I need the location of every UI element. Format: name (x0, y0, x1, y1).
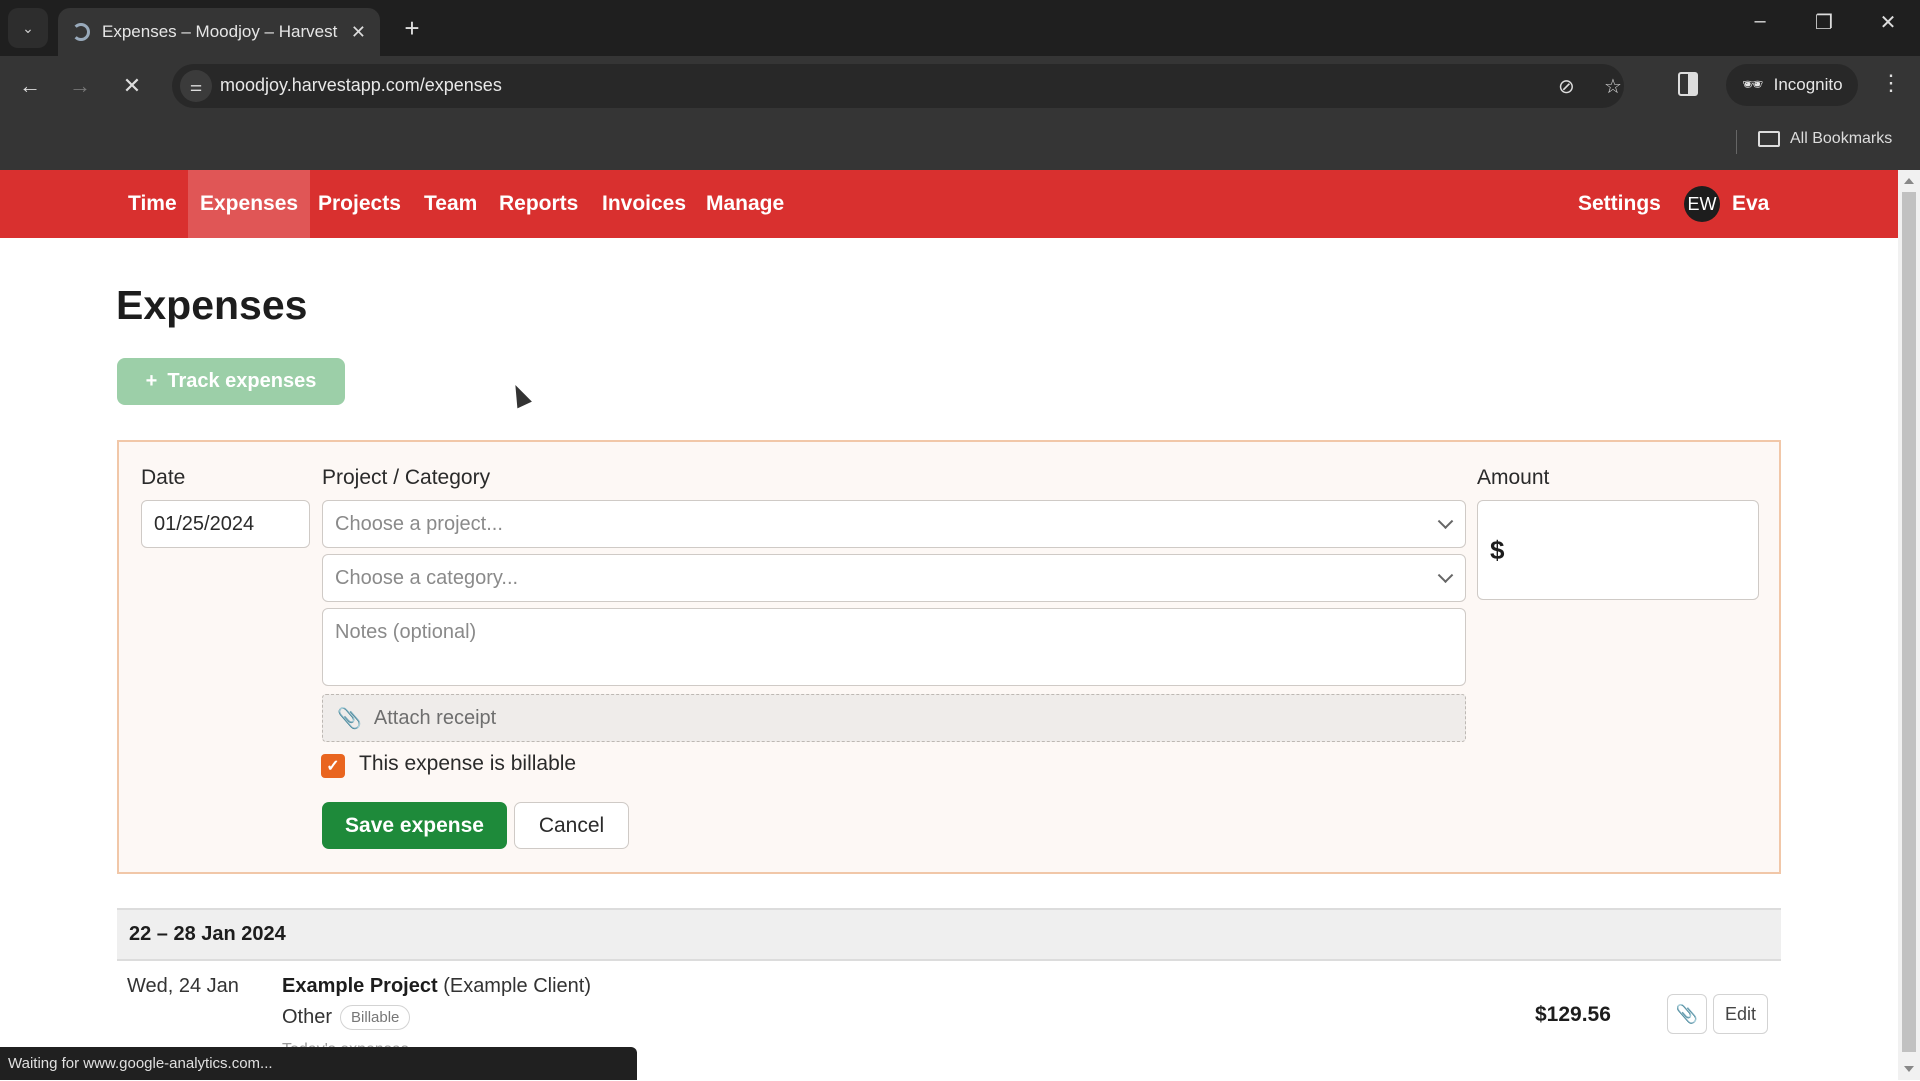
loading-spinner-icon (72, 23, 90, 41)
date-input[interactable]: 01/25/2024 (141, 500, 310, 548)
notes-placeholder: Notes (optional) (335, 621, 477, 643)
client-name: (Example Client) (443, 975, 592, 997)
paperclip-icon: 📎 (1675, 1003, 1699, 1024)
user-name[interactable]: Eva (1720, 170, 1781, 238)
browser-tab[interactable]: Expenses – Moodjoy – Harvest ✕ (58, 8, 380, 56)
category-placeholder: Choose a category... (335, 566, 519, 589)
stop-loading-button[interactable]: ✕ (116, 70, 148, 102)
nav-reports[interactable]: Reports (487, 170, 590, 238)
project-category-label: Project / Category (322, 466, 491, 489)
expense-category: Other Billable (282, 1005, 411, 1030)
folder-icon (1758, 131, 1780, 147)
all-bookmarks-label: All Bookmarks (1790, 130, 1893, 147)
save-expense-button[interactable]: Save expense (322, 802, 507, 849)
cancel-button[interactable]: Cancel (514, 802, 629, 849)
chevron-down-icon: ⌄ (22, 19, 34, 36)
project-placeholder: Choose a project... (335, 512, 503, 535)
browser-toolbar: ← → ✕ ⚌ moodjoy.harvestapp.com/expenses … (0, 56, 1920, 114)
notes-textarea[interactable]: Notes (optional) (322, 608, 1466, 686)
incognito-icon: 🕶 (1742, 75, 1764, 94)
all-bookmarks-button[interactable]: All Bookmarks (1758, 130, 1892, 148)
expense-amount: $129.56 (1535, 1003, 1611, 1026)
bookmark-star-icon[interactable]: ☆ (1604, 74, 1622, 99)
restore-button[interactable]: ❐ (1804, 10, 1844, 35)
scroll-thumb[interactable] (1902, 192, 1916, 1052)
week-header: 22 – 28 Jan 2024 (117, 908, 1781, 961)
currency-symbol: $ (1490, 534, 1505, 565)
avatar[interactable]: EW (1684, 186, 1720, 222)
billable-badge: Billable (340, 1005, 411, 1030)
date-label: Date (141, 466, 186, 489)
incognito-label: Incognito (1773, 75, 1843, 94)
track-expenses-label: Track expenses (167, 370, 317, 392)
nav-expenses[interactable]: Expenses (188, 170, 311, 238)
attach-receipt-button[interactable]: 📎 Attach receipt (322, 694, 1466, 742)
chevron-down-icon (1437, 567, 1454, 584)
app-nav: Time Expenses Projects Team Reports Invo… (0, 170, 1898, 238)
attach-receipt-label: Attach receipt (373, 706, 497, 729)
paperclip-icon: 📎 (337, 707, 362, 730)
eye-slash-icon[interactable]: ⊘ (1558, 74, 1575, 99)
amount-label: Amount (1477, 466, 1550, 489)
nav-time[interactable]: Time (116, 170, 189, 238)
nav-settings[interactable]: Settings (1566, 170, 1673, 238)
billable-label[interactable]: This expense is billable (359, 752, 576, 776)
nav-team[interactable]: Team (412, 170, 489, 238)
bookmarks-divider (1736, 130, 1737, 154)
amount-input[interactable]: $ (1477, 500, 1759, 600)
minimize-button[interactable]: – (1740, 10, 1780, 33)
billable-checkbox[interactable]: ✓ (321, 754, 345, 778)
close-window-button[interactable]: ✕ (1868, 10, 1908, 35)
address-bar[interactable]: ⚌ moodjoy.harvestapp.com/expenses ⊘ ☆ (172, 64, 1624, 108)
page-scrollbar[interactable] (1898, 170, 1920, 1080)
category-select[interactable]: Choose a category... (322, 554, 1466, 602)
expense-date: Wed, 24 Jan (127, 975, 239, 997)
tab-search-button[interactable]: ⌄ (8, 8, 48, 48)
close-tab-icon[interactable]: ✕ (351, 22, 366, 43)
forward-button[interactable]: → (64, 70, 96, 102)
nav-manage[interactable]: Manage (694, 170, 796, 238)
new-tab-button[interactable]: + (396, 12, 428, 44)
back-button[interactable]: ← (14, 70, 46, 102)
status-bar: Waiting for www.google-analytics.com... (0, 1047, 637, 1080)
edit-button[interactable]: Edit (1713, 994, 1768, 1034)
expense-project: Example Project (Example Client) (282, 975, 591, 998)
chevron-down-icon (1437, 513, 1454, 530)
browser-tab-bar: ⌄ Expenses – Moodjoy – Harvest ✕ + – ❐ ✕ (0, 0, 1920, 56)
receipt-button[interactable]: 📎 (1667, 994, 1707, 1034)
scroll-up-arrow-icon[interactable] (1904, 178, 1914, 184)
page-title: Expenses (116, 282, 308, 328)
tab-title: Expenses – Moodjoy – Harvest (102, 22, 338, 41)
bookmarks-bar: All Bookmarks (0, 114, 1920, 170)
plus-icon: + (145, 370, 158, 392)
project-select[interactable]: Choose a project... (322, 500, 1466, 548)
expense-form: Date 01/25/2024 Project / Category Choos… (117, 440, 1781, 874)
track-expenses-button[interactable]: + Track expenses (117, 358, 345, 405)
url-text[interactable]: moodjoy.harvestapp.com/expenses (220, 75, 502, 96)
scroll-down-arrow-icon[interactable] (1904, 1066, 1914, 1072)
incognito-indicator[interactable]: 🕶 Incognito (1726, 64, 1858, 106)
nav-invoices[interactable]: Invoices (590, 170, 698, 238)
site-settings-icon[interactable]: ⚌ (180, 70, 212, 102)
browser-menu-icon[interactable]: ⋮ (1880, 70, 1902, 96)
mouse-cursor-icon (508, 381, 532, 409)
checkmark-icon: ✓ (326, 758, 340, 775)
category-name: Other (282, 1006, 333, 1028)
project-name: Example Project (282, 975, 438, 997)
nav-projects[interactable]: Projects (306, 170, 413, 238)
side-panel-icon[interactable] (1678, 72, 1698, 96)
page-content: Time Expenses Projects Team Reports Invo… (0, 170, 1898, 1080)
